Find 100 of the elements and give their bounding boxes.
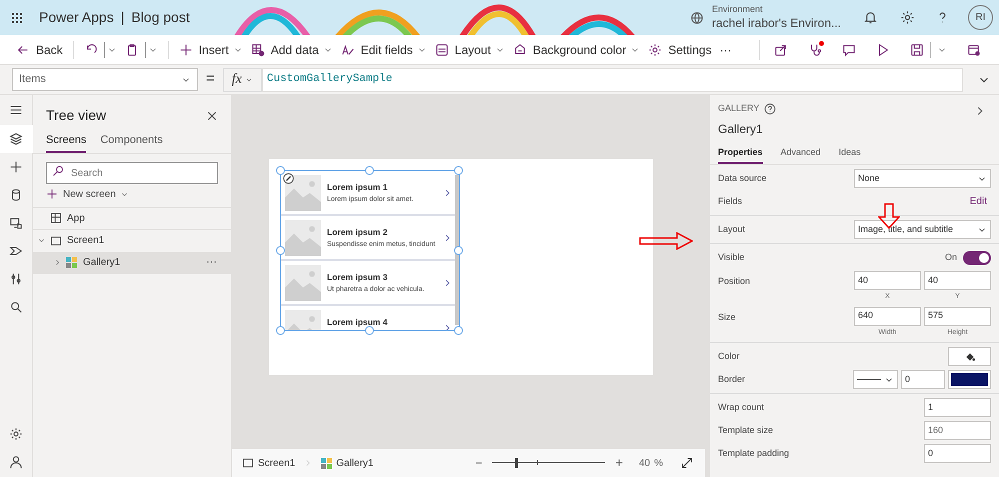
- save-icon[interactable]: [910, 42, 924, 56]
- background-color-button[interactable]: Background color: [508, 36, 630, 62]
- environment-name[interactable]: rachel irabor's Environ...: [712, 16, 841, 31]
- border-style-dropdown[interactable]: [853, 370, 898, 389]
- add-data-button[interactable]: Add data: [246, 36, 323, 62]
- back-button[interactable]: Back: [12, 36, 67, 62]
- table-icon: [250, 42, 265, 56]
- property-label: Fields: [718, 194, 742, 208]
- resize-handle[interactable]: [454, 246, 463, 255]
- settings-button[interactable]: Settings: [644, 36, 716, 62]
- visible-toggle[interactable]: [963, 250, 991, 264]
- search-icon: [9, 300, 23, 314]
- resize-handle[interactable]: [276, 166, 285, 175]
- fullscreen-icon[interactable]: [681, 457, 693, 469]
- panel-tab[interactable]: Advanced: [780, 146, 821, 164]
- play-icon[interactable]: [876, 42, 890, 56]
- tree-item[interactable]: Gallery1 ···: [33, 252, 231, 274]
- zoom-out-button[interactable]: −: [475, 454, 482, 472]
- resize-handle[interactable]: [454, 166, 463, 175]
- search-icon: [52, 164, 64, 176]
- edit-fields-button[interactable]: Edit fields: [336, 36, 417, 62]
- formula-input[interactable]: CustomGallerySample: [262, 68, 963, 92]
- property-label: Template size: [718, 424, 774, 437]
- number-field[interactable]: 40: [854, 271, 921, 290]
- more-button[interactable]: ···: [716, 36, 736, 62]
- globe-icon: [690, 10, 704, 24]
- gallery-item-title: Lorem ipsum 4: [327, 316, 388, 326]
- comment-icon[interactable]: [842, 42, 856, 56]
- document-title: Blog post: [131, 8, 190, 27]
- property-label: Wrap count: [718, 400, 764, 414]
- tree-item[interactable]: App: [33, 208, 231, 230]
- control-name: Gallery1: [718, 120, 764, 138]
- border-width-field[interactable]: 0: [901, 370, 945, 389]
- number-field[interactable]: 575: [924, 306, 991, 326]
- app-icon: [50, 212, 62, 224]
- toggle-state: On: [944, 250, 957, 264]
- resize-handle[interactable]: [365, 326, 374, 335]
- new-screen-button[interactable]: New screen: [46, 186, 116, 202]
- equals-sign: =: [206, 69, 215, 90]
- media-icon: [9, 216, 23, 230]
- environment-label: Environment: [712, 4, 764, 16]
- rail-button[interactable]: [0, 125, 32, 153]
- app-launcher-icon[interactable]: [12, 12, 22, 22]
- insert-button[interactable]: Insert: [174, 36, 233, 62]
- tree-tab[interactable]: Screens: [46, 132, 86, 152]
- fx-button[interactable]: fx: [222, 68, 262, 92]
- number-field[interactable]: 1: [924, 398, 991, 417]
- image-placeholder-icon: [285, 264, 321, 300]
- tools-icon: [9, 272, 23, 286]
- edit-link[interactable]: Edit: [970, 194, 987, 209]
- tree-item[interactable]: Screen1: [33, 230, 231, 252]
- zoom-slider[interactable]: [492, 457, 606, 469]
- person-icon[interactable]: [9, 455, 23, 469]
- bell-icon[interactable]: [863, 10, 878, 25]
- settings-icon[interactable]: [900, 10, 915, 25]
- layers-icon: [9, 132, 23, 146]
- edit-icon[interactable]: [283, 173, 294, 184]
- right-arrow-drawing: [639, 232, 693, 250]
- resize-handle[interactable]: [276, 246, 285, 255]
- screen-icon: [50, 234, 62, 246]
- layout-icon: [434, 42, 449, 56]
- flow-icon: [9, 244, 23, 258]
- property-dropdown[interactable]: None: [854, 169, 991, 188]
- panel-tab[interactable]: Ideas: [838, 146, 861, 164]
- breadcrumb-item[interactable]: Screen1: [242, 456, 296, 470]
- resize-handle[interactable]: [365, 166, 374, 175]
- number-field[interactable]: 0: [924, 444, 991, 463]
- property-label: Border: [718, 372, 746, 386]
- resize-handle[interactable]: [454, 326, 463, 335]
- property-label: Layout: [718, 222, 746, 236]
- number-field[interactable]: 640: [854, 306, 921, 326]
- settings-icon[interactable]: [9, 427, 23, 441]
- app-settings-icon[interactable]: [967, 42, 981, 56]
- image-placeholder-icon: [285, 174, 321, 210]
- share-icon[interactable]: [774, 42, 788, 56]
- tree-item-label: App: [67, 212, 85, 226]
- control-type: GALLERY: [718, 102, 760, 115]
- property-dropdown[interactable]: Items: [12, 68, 198, 91]
- plus-icon: [46, 188, 58, 200]
- layout-button[interactable]: Layout: [430, 36, 495, 62]
- close-icon[interactable]: [206, 110, 218, 122]
- avatar-button[interactable]: RI: [968, 5, 993, 30]
- color-picker-button[interactable]: [948, 347, 991, 366]
- zoom-in-button[interactable]: +: [615, 453, 623, 473]
- number-field[interactable]: 40: [924, 271, 991, 290]
- resize-handle[interactable]: [276, 326, 285, 335]
- property-label: Visible: [718, 250, 744, 264]
- slider-thumb[interactable]: [515, 458, 518, 468]
- help-icon[interactable]: [764, 102, 776, 115]
- breadcrumb-item[interactable]: Gallery1: [321, 456, 374, 470]
- tree-tab[interactable]: Components: [100, 132, 163, 152]
- menu-icon[interactable]: [9, 103, 23, 117]
- border-color-button[interactable]: [948, 370, 991, 389]
- search-field[interactable]: Search: [46, 162, 218, 184]
- stethoscope-icon[interactable]: [808, 42, 822, 56]
- gallery-icon: [66, 257, 77, 268]
- more-options-button[interactable]: ···: [206, 254, 217, 271]
- tree-item-label: Screen1: [67, 234, 104, 248]
- gallery-item-title: Lorem ipsum 1: [327, 182, 388, 192]
- panel-tab[interactable]: Properties: [718, 146, 763, 164]
